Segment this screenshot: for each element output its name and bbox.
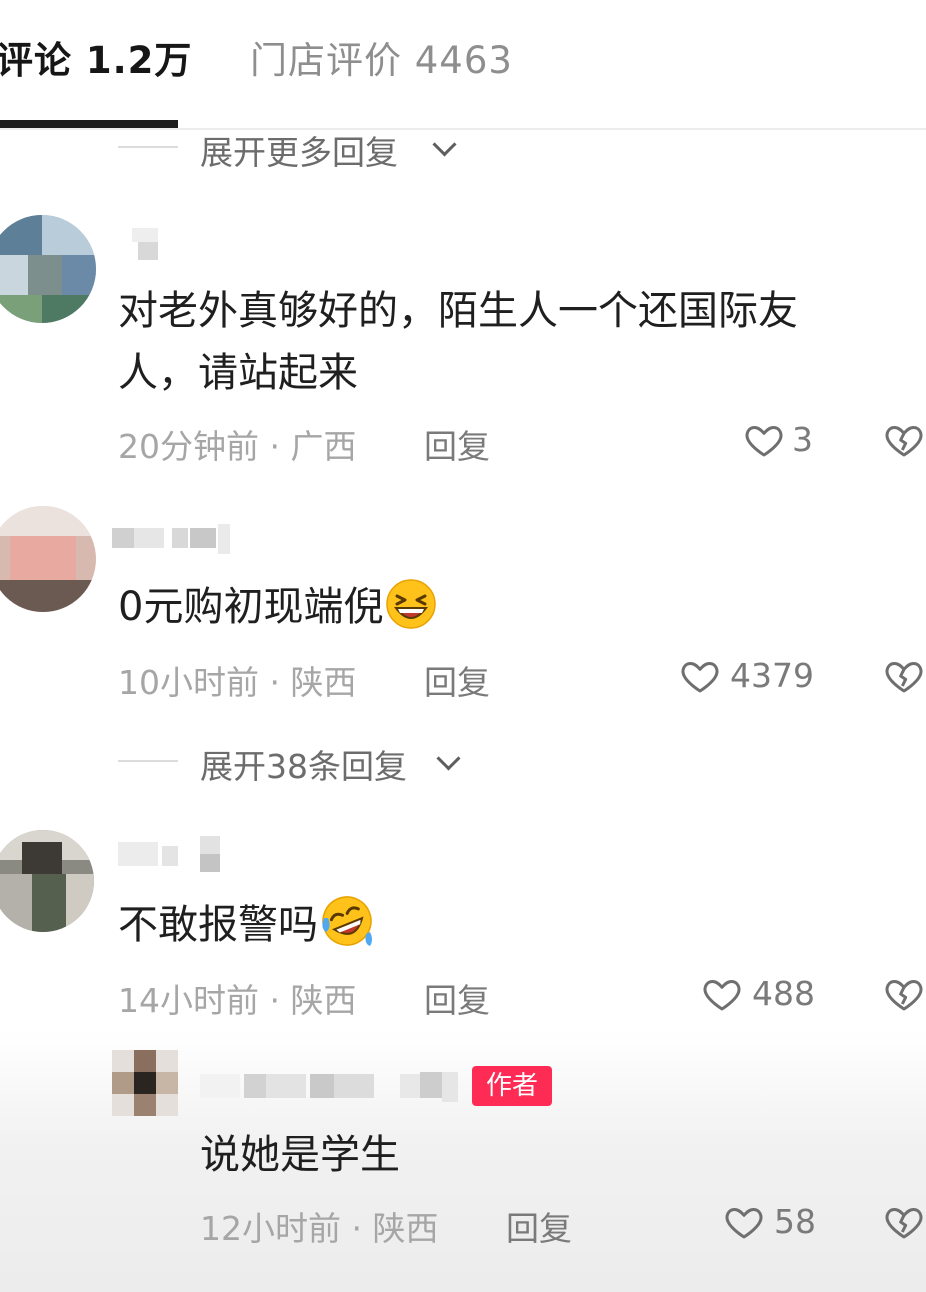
comment-meta: 20分钟前 · 广西 [118,427,357,466]
like-count: 488 [752,974,815,1013]
heart-icon [681,662,719,693]
avatar[interactable] [0,215,96,323]
like-button[interactable]: 488 [702,974,816,1014]
expand-more-replies[interactable]: 展开更多回复 [118,126,478,172]
comment-text: 不敢报警吗 [118,894,374,956]
author-avatar[interactable] [112,1050,178,1116]
comment-meta: 14小时前 · 陕西 [118,981,357,1020]
heart-icon [745,426,783,457]
author-badge: 作者 [472,1066,552,1106]
reply-button[interactable]: 回复 [506,1202,572,1250]
chevron-down-icon [432,132,457,157]
dislike-button[interactable] [884,974,924,1014]
reply-button[interactable]: 回复 [424,656,490,704]
broken-heart-icon [885,980,923,1011]
reply-button[interactable]: 回复 [424,420,490,468]
reply-text: 说她是学生 [200,1132,400,1178]
comment-text-content: 不敢报警吗 [118,902,318,948]
heart-icon [725,1208,763,1239]
like-button[interactable]: 4379 [680,656,816,696]
avatar[interactable] [0,830,94,932]
chevron-down-icon [436,746,461,771]
grinning-squint-emoji-icon [385,578,437,630]
broken-heart-icon [885,662,923,693]
dislike-button[interactable] [884,420,924,460]
tab-store-reviews[interactable]: 门店评价 4463 [250,30,513,84]
tab-comments[interactable]: 评论 1.2万 [0,30,192,84]
dislike-button[interactable] [884,1202,924,1242]
broken-heart-icon [885,1208,923,1239]
username-blurred[interactable] [112,524,230,558]
expand-replies-label: 展开38条回复 [200,747,407,786]
rolling-laughing-emoji-icon [320,894,374,948]
comment-meta: 10小时前 · 陕西 [118,663,357,702]
comment-text: 0元购初现端倪 [118,576,437,638]
avatar[interactable] [0,506,96,612]
divider-line [118,760,178,762]
broken-heart-icon [885,426,923,457]
like-button[interactable]: 3 [744,420,824,460]
dislike-button[interactable] [884,656,924,696]
like-count: 4379 [730,656,814,695]
username-blurred[interactable] [118,228,168,262]
author-username-blurred[interactable] [200,1070,462,1104]
reply-meta: 12小时前 · 陕西 [200,1209,439,1248]
like-button[interactable]: 58 [724,1202,816,1242]
expand-replies[interactable]: 展开38条回复 [118,740,478,786]
divider-line [118,146,178,148]
heart-icon [703,980,741,1011]
like-count: 58 [774,1202,816,1241]
tab-bar: 评论 1.2万 门店评价 4463 [0,0,926,130]
expand-more-label: 展开更多回复 [200,133,398,172]
comment-text-line-2: 人，请站起来 [118,350,358,396]
like-count: 3 [792,420,813,459]
reply-button[interactable]: 回复 [424,974,490,1022]
comment-text-content: 0元购初现端倪 [118,584,384,630]
username-blurred[interactable] [118,836,224,872]
comment-text-line-1: 对老外真够好的，陌生人一个还国际友 [118,288,798,334]
